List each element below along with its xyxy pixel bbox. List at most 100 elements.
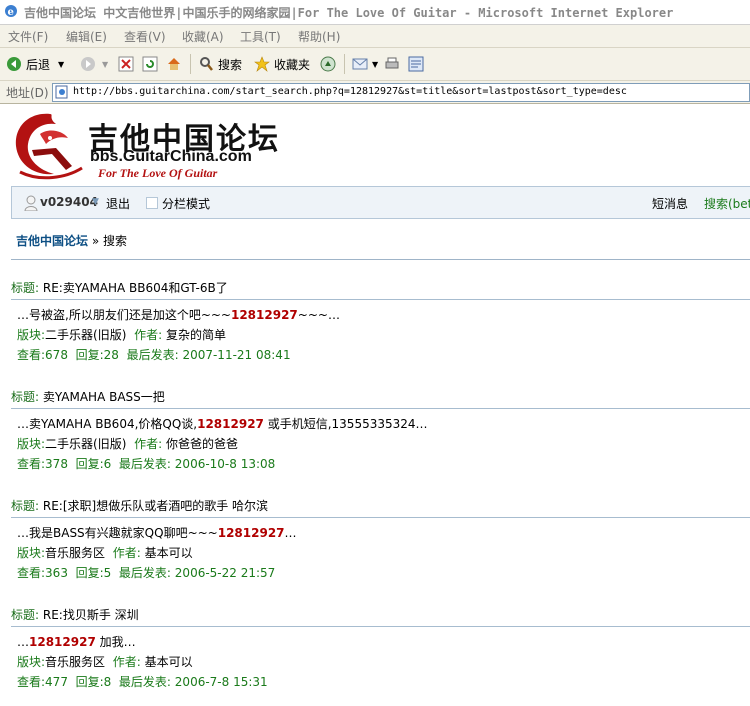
address-label: 地址(D) xyxy=(6,86,49,100)
printer-icon xyxy=(385,57,399,69)
mail-dropdown-icon[interactable]: ▼ xyxy=(372,60,378,69)
back-dropdown-icon[interactable]: ▼ xyxy=(58,60,64,69)
replies-count: 6 xyxy=(103,457,112,471)
result-snippet: …我是BASS有兴趣就家QQ聊吧~~~12812927… xyxy=(17,524,297,541)
favorites-button[interactable]: 收藏夹 xyxy=(254,54,310,74)
forum-link[interactable]: 音乐服务区 xyxy=(45,546,105,560)
views-label: 查看: xyxy=(17,675,46,689)
forward-button[interactable]: ▼ xyxy=(80,54,108,74)
menu-edit[interactable]: 编辑(E) xyxy=(66,28,107,45)
menu-file[interactable]: 文件(F) xyxy=(8,28,48,45)
search-link[interactable]: 搜索(bet xyxy=(704,195,750,212)
forward-dropdown-icon[interactable]: ▼ xyxy=(102,60,108,69)
dragon-guitar-icon xyxy=(15,113,83,180)
menu-tools[interactable]: 工具(T) xyxy=(240,28,281,45)
author-link[interactable]: 复杂的简单 xyxy=(166,328,226,342)
user-dropdown-icon[interactable]: ▼ xyxy=(92,197,99,207)
site-logo[interactable]: 吉他中国论坛 bbs.GuitarChina.com For The Love … xyxy=(10,108,290,184)
logout-link[interactable]: 退出 xyxy=(106,195,130,212)
result-title-row: 标题: RE:[求职]想做乐队或者酒吧的歌手 哈尔滨 xyxy=(11,497,268,517)
result-rule xyxy=(11,408,750,409)
menu-bar: 文件(F) 编辑(E) 查看(V) 收藏(A) 工具(T) 帮助(H) xyxy=(0,25,750,48)
menu-favorites[interactable]: 收藏(A) xyxy=(182,28,224,45)
result-snippet: …号被盗,所以朋友们还是加这个吧~~~12812927~~~… xyxy=(17,306,340,323)
username-link[interactable]: v029404 xyxy=(40,195,98,209)
author-label: 作者: xyxy=(134,437,163,451)
refresh-icon xyxy=(142,56,158,72)
media-button[interactable] xyxy=(320,54,340,74)
snippet-text: … xyxy=(284,526,297,540)
menu-help[interactable]: 帮助(H) xyxy=(298,28,340,45)
author-link[interactable]: 你爸爸的爸爸 xyxy=(166,437,238,451)
last-post-label: 最后发表: xyxy=(126,348,179,362)
stop-button[interactable] xyxy=(118,54,138,74)
replies-label: 回复: xyxy=(75,348,104,362)
window-title-bar: e 吉他中国论坛 中文吉他世界|中国乐手的网络家园|For The Love O… xyxy=(0,0,750,25)
forum-link[interactable]: 二手乐器(旧版) xyxy=(45,328,126,342)
title-label: 标题: xyxy=(11,499,40,513)
snippet-text: … xyxy=(17,635,29,649)
mail-icon xyxy=(352,58,368,70)
search-button[interactable]: 搜索 xyxy=(198,54,242,74)
last-post-label: 最后发表: xyxy=(118,457,171,471)
title-label: 标题: xyxy=(11,608,40,622)
result-forum-row: 版块:音乐服务区 作者: 基本可以 xyxy=(17,653,193,670)
breadcrumb-home[interactable]: 吉他中国论坛 xyxy=(16,234,88,248)
forum-link[interactable]: 音乐服务区 xyxy=(45,655,105,669)
result-snippet: …卖YAMAHA BB604,价格QQ谈,12812927 或手机短信,1355… xyxy=(17,415,428,432)
split-mode-checkbox[interactable] xyxy=(146,197,158,209)
svg-text:e: e xyxy=(8,7,14,18)
result-title-link[interactable]: RE:[求职]想做乐队或者酒吧的歌手 哈尔滨 xyxy=(43,499,268,513)
author-link[interactable]: 基本可以 xyxy=(145,546,193,560)
result-rule xyxy=(11,299,750,300)
result-forum-row: 版块:二手乐器(旧版) 作者: 复杂的简单 xyxy=(17,326,226,343)
result-stats-row: 查看:678 回复:28 最后发表: 2007-11-21 08:41 xyxy=(17,346,291,363)
edit-page-icon xyxy=(408,56,424,72)
logo-domain: bbs.GuitarChina.com xyxy=(90,148,252,165)
star-icon xyxy=(254,56,270,72)
forum-link[interactable]: 二手乐器(旧版) xyxy=(45,437,126,451)
snippet-keyword: 12812927 xyxy=(197,417,264,431)
last-post-label: 最后发表: xyxy=(118,566,171,580)
media-icon xyxy=(320,56,336,72)
favorites-label: 收藏夹 xyxy=(274,57,311,72)
author-label: 作者: xyxy=(112,546,141,560)
forum-label: 版块: xyxy=(17,437,46,451)
snippet-keyword: 12812927 xyxy=(230,308,298,322)
content-divider xyxy=(11,259,750,260)
back-button[interactable]: 后退 ▼ xyxy=(6,54,64,74)
mail-button[interactable]: ▼ xyxy=(352,54,378,74)
home-button[interactable] xyxy=(166,54,186,74)
result-title-row: 标题: 卖YAMAHA BASS一把 xyxy=(11,388,165,408)
result-title-link[interactable]: RE:找贝斯手 深圳 xyxy=(43,608,139,622)
user-bar: v029404 ▼ 退出 分栏模式 短消息 搜索(bet xyxy=(11,186,750,219)
menu-view[interactable]: 查看(V) xyxy=(124,28,166,45)
address-input[interactable]: http://bbs.guitarchina.com/start_search.… xyxy=(52,83,750,102)
replies-label: 回复: xyxy=(75,457,104,471)
result-title-link[interactable]: 卖YAMAHA BASS一把 xyxy=(43,390,165,404)
result-stats-row: 查看:363 回复:5 最后发表: 2006-5-22 21:57 xyxy=(17,564,275,581)
forum-label: 版块: xyxy=(17,328,46,342)
result-title-row: 标题: RE:找贝斯手 深圳 xyxy=(11,606,139,626)
print-button[interactable] xyxy=(384,54,404,74)
last-post-time: 2006-5-22 21:57 xyxy=(174,566,276,580)
window-title: 吉他中国论坛 中文吉他世界|中国乐手的网络家园|For The Love Of … xyxy=(24,6,674,20)
back-label: 后退 xyxy=(26,57,51,72)
result-snippet: …12812927 加我… xyxy=(17,633,136,650)
author-link[interactable]: 基本可以 xyxy=(145,655,193,669)
forum-label: 版块: xyxy=(17,546,46,560)
breadcrumb: 吉他中国论坛 » 搜索 xyxy=(16,232,127,249)
messages-link[interactable]: 短消息 xyxy=(652,195,688,212)
result-title-link[interactable]: RE:卖YAMAHA BB604和GT-6B了 xyxy=(43,281,228,295)
replies-label: 回复: xyxy=(75,566,104,580)
logo-tagline: For The Love Of Guitar xyxy=(98,166,218,180)
edit-button[interactable] xyxy=(408,54,428,74)
title-label: 标题: xyxy=(11,281,40,295)
split-mode-label[interactable]: 分栏模式 xyxy=(162,195,210,212)
snippet-text: …号被盗,所以朋友们还是加这个吧~~~ xyxy=(17,308,231,322)
address-bar: 地址(D) http://bbs.guitarchina.com/start_s… xyxy=(0,81,750,104)
views-label: 查看: xyxy=(17,566,46,580)
result-rule xyxy=(11,517,750,518)
last-post-label: 最后发表: xyxy=(118,675,171,689)
refresh-button[interactable] xyxy=(142,54,162,74)
